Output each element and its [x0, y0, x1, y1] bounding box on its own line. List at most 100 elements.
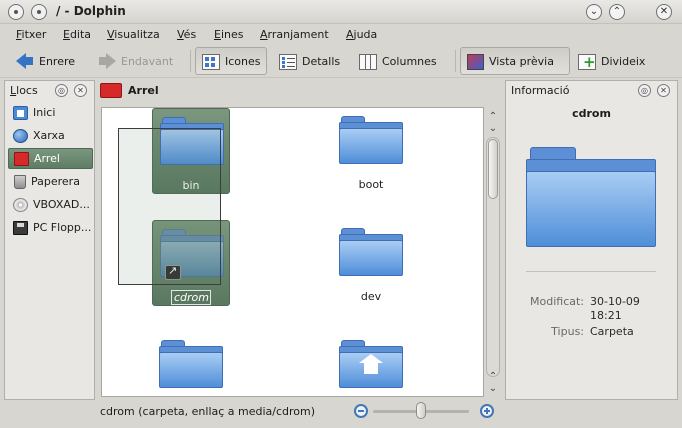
columns-view-icon: [359, 53, 377, 70]
split-button[interactable]: Divideix: [572, 47, 651, 75]
place-label: Inici: [33, 106, 56, 119]
breadcrumb: Arrel: [97, 80, 502, 102]
details-view-button[interactable]: Detalls: [273, 47, 346, 75]
home-icon: [13, 105, 28, 120]
place-item-cdrom[interactable]: VBOXAD...: [8, 194, 93, 215]
place-label: Paperera: [31, 175, 80, 188]
folder-preview-icon: [526, 147, 656, 249]
breadcrumb-current[interactable]: Arrel: [128, 84, 159, 97]
zoom-slider[interactable]: [373, 402, 469, 419]
folder-icon: [339, 116, 403, 166]
menu-tools[interactable]: Eines: [214, 28, 243, 41]
preview-label: Vista prèvia: [489, 54, 554, 68]
scroll-down-small-icon[interactable]: ⌄: [486, 123, 500, 135]
status-bar: cdrom (carpeta, enllaç a media/cdrom): [97, 401, 502, 423]
scroll-up-icon[interactable]: ⌃: [486, 111, 500, 123]
file-item-dev[interactable]: dev: [332, 220, 410, 306]
place-item-root[interactable]: Arrel: [8, 148, 93, 169]
icons-view-button[interactable]: Icones: [195, 47, 267, 75]
place-item-floppy[interactable]: PC Flopp...: [8, 217, 93, 238]
places-panel: Llocs ◎ ✕ Inici Xarxa Arrel Paperera VBO…: [4, 80, 95, 400]
scroll-down-icon[interactable]: ⌄: [486, 383, 500, 395]
toolbar-separator: [190, 50, 191, 72]
panel-close-icon[interactable]: ✕: [657, 84, 670, 97]
back-label: Enrere: [39, 54, 76, 68]
window-menu-icon[interactable]: [8, 4, 24, 20]
scroll-thumb[interactable]: [488, 139, 498, 199]
info-modified-time: 18:21: [590, 309, 622, 322]
file-view[interactable]: bin boot cdrom dev: [101, 107, 484, 397]
file-item-boot[interactable]: boot: [332, 108, 410, 194]
forward-button[interactable]: Endavant: [92, 47, 179, 75]
menu-go[interactable]: Vés: [177, 28, 196, 41]
split-view-icon: [578, 53, 596, 71]
back-button[interactable]: Enrere: [10, 47, 81, 75]
folder-red-icon: [14, 151, 29, 166]
rename-field[interactable]: cdrom: [171, 290, 211, 305]
folder-icon: [159, 340, 223, 390]
network-icon: [13, 128, 28, 143]
root-folder-icon: [100, 83, 122, 98]
places-panel-title: Llocs: [10, 84, 38, 97]
forward-label: Endavant: [121, 54, 174, 68]
menu-help[interactable]: Ajuda: [346, 28, 377, 41]
info-divider: [526, 271, 656, 272]
information-panel: Informació ◎ ✕ cdrom Modificat: 30-10-09…: [505, 80, 678, 400]
information-panel-title: Informació: [511, 84, 570, 97]
trash-icon: [14, 174, 26, 189]
minimize-button[interactable]: ⌄: [586, 4, 602, 20]
status-text: cdrom (carpeta, enllaç a media/cdrom): [100, 405, 316, 418]
place-item-home[interactable]: Inici: [8, 102, 93, 123]
home-folder-icon: [339, 340, 403, 390]
zoom-slider-handle[interactable]: [416, 402, 426, 419]
menu-file[interactable]: Fitxer: [16, 28, 46, 41]
floppy-icon: [13, 220, 28, 235]
menu-view[interactable]: Visualitza: [107, 28, 160, 41]
preview-icon: [467, 53, 484, 70]
arrow-left-icon: [16, 52, 34, 70]
title-bar: / - Dolphin ⌄ ⌃ ✕: [0, 0, 682, 24]
arrow-right-icon: [98, 52, 116, 70]
file-view-scrollbar[interactable]: ⌃ ⌄ ⌃ ⌄: [484, 107, 502, 397]
rubberband-selection: [118, 128, 221, 285]
pin-icon[interactable]: [31, 4, 47, 20]
toolbar-separator: [455, 50, 456, 72]
menu-edit[interactable]: Edita: [63, 28, 91, 41]
info-item-name: cdrom: [572, 107, 611, 120]
icons-view-label: Icones: [225, 54, 261, 68]
scroll-up-bottom-icon[interactable]: ⌃: [486, 371, 500, 383]
place-item-network[interactable]: Xarxa: [8, 125, 93, 146]
file-item-partial[interactable]: [152, 332, 230, 396]
panel-float-icon[interactable]: ◎: [638, 84, 651, 97]
details-view-icon: [279, 53, 297, 70]
folder-icon: [339, 228, 403, 278]
columns-view-button[interactable]: Columnes: [353, 47, 443, 75]
icons-view-icon: [202, 53, 220, 70]
zoom-in-icon[interactable]: [480, 404, 494, 418]
main-toolbar: Enrere Endavant Icones Detalls Columnes …: [0, 44, 682, 78]
place-label: Arrel: [34, 152, 60, 165]
info-type-value: Carpeta: [590, 325, 634, 338]
place-item-trash[interactable]: Paperera: [8, 171, 93, 192]
panel-close-icon[interactable]: ✕: [74, 84, 87, 97]
information-panel-header: Informació ◎ ✕: [506, 81, 677, 101]
panel-float-icon[interactable]: ◎: [55, 84, 68, 97]
info-modified-value: 30-10-09: [590, 295, 640, 308]
menu-settings[interactable]: Arranjament: [260, 28, 329, 41]
place-label: PC Flopp...: [33, 221, 92, 234]
close-button[interactable]: ✕: [656, 4, 672, 20]
file-item-home[interactable]: [332, 332, 410, 396]
split-label: Divideix: [601, 54, 646, 68]
zoom-out-icon[interactable]: [354, 404, 368, 418]
scroll-track[interactable]: [486, 137, 500, 377]
place-label: Xarxa: [33, 129, 65, 142]
file-item-label: boot: [358, 178, 384, 191]
preview-button[interactable]: Vista prèvia: [460, 47, 570, 75]
window-title: / - Dolphin: [56, 4, 126, 18]
details-view-label: Detalls: [302, 54, 341, 68]
places-panel-header: Llocs ◎ ✕: [5, 81, 94, 101]
place-label: VBOXAD...: [33, 198, 90, 211]
cdrom-icon: [13, 197, 28, 212]
maximize-button[interactable]: ⌃: [609, 4, 625, 20]
columns-view-label: Columnes: [382, 54, 437, 68]
